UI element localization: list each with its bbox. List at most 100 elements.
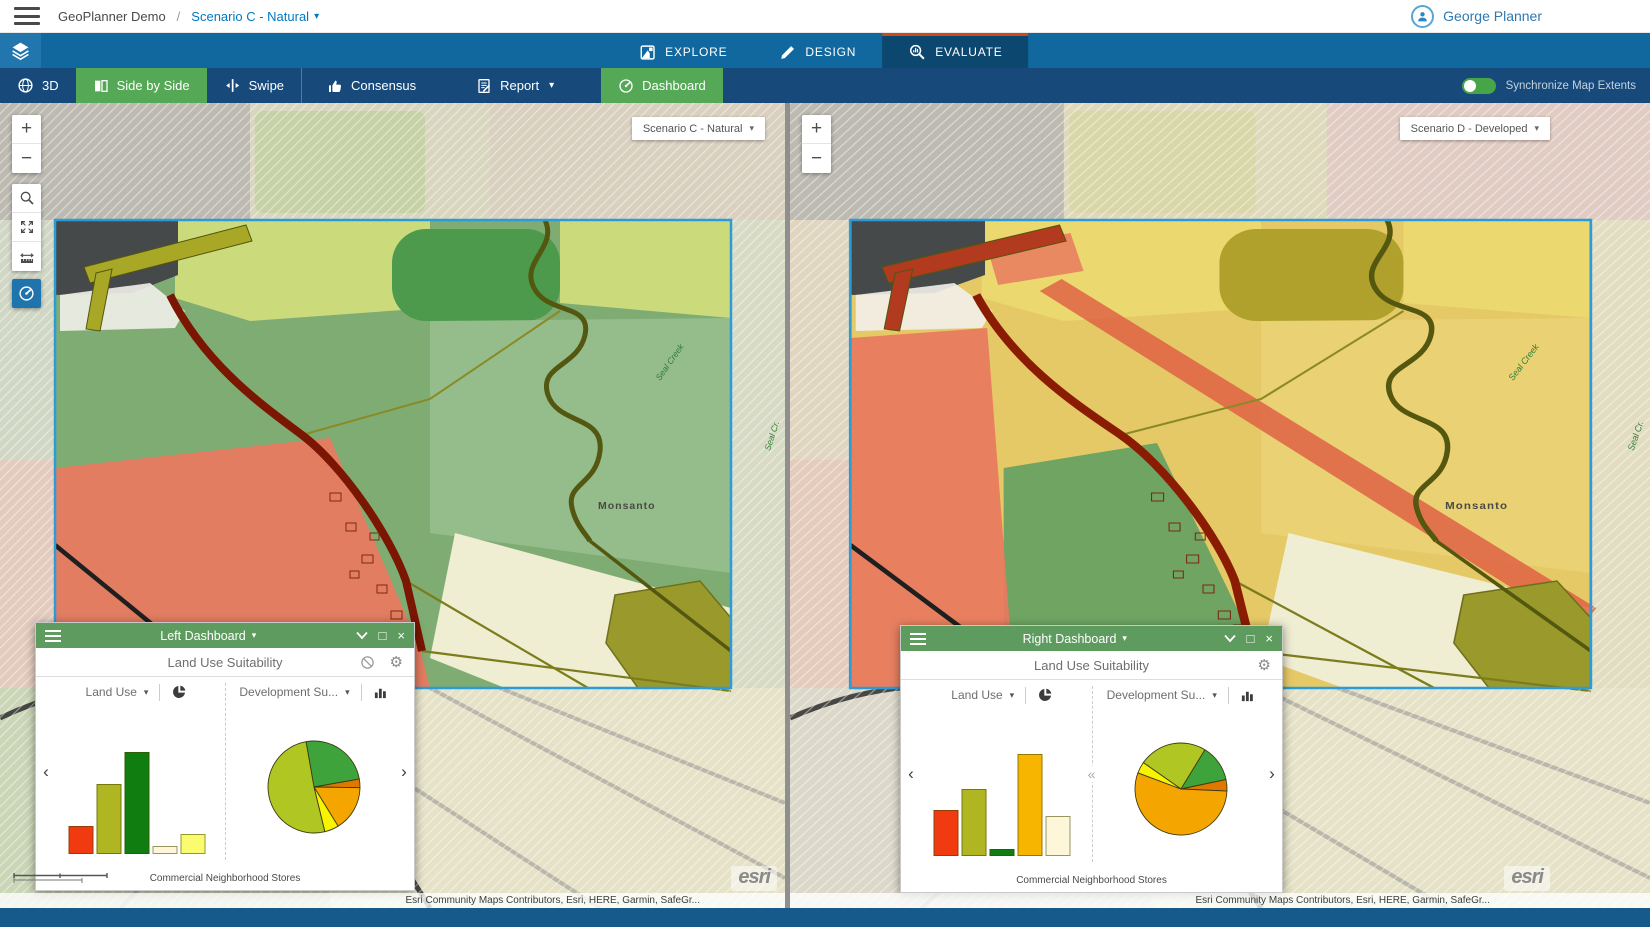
pager-label: Commercial Neighborhood Stores xyxy=(901,868,1282,892)
collapse-button[interactable] xyxy=(356,631,368,640)
chevron-down-icon: ▾ xyxy=(1212,690,1217,701)
esri-logo: esri xyxy=(1504,866,1550,891)
default-extent-button[interactable] xyxy=(12,213,41,242)
tab-explore-label: EXPLORE xyxy=(665,45,727,59)
report-button[interactable]: Report ▾ xyxy=(459,68,571,103)
breadcrumb-separator: / xyxy=(177,9,181,24)
divider xyxy=(1025,687,1026,704)
bar-chart-icon[interactable] xyxy=(373,685,388,700)
bar-chart-icon[interactable] xyxy=(1240,688,1255,703)
left-scenario-selector[interactable]: Scenario C - Natural ▾ xyxy=(632,117,765,140)
mode-tabs: EXPLORE DESIGN EVALUATE xyxy=(613,33,1028,68)
right-map[interactable]: MonsantoSeal CreekSeal Cr. + − Scenario … xyxy=(790,103,1650,908)
gear-icon[interactable]: ⚙ xyxy=(1258,656,1271,674)
right-dashboard-header[interactable]: Right Dashboard ▾ □ × xyxy=(901,626,1282,651)
bar xyxy=(1046,816,1071,856)
zoom-out-button[interactable]: − xyxy=(12,144,41,173)
carousel-prev-button[interactable]: ‹ xyxy=(36,677,56,866)
user-menu[interactable]: George Planner xyxy=(1411,5,1542,28)
carousel-next-button[interactable]: › xyxy=(1262,680,1282,868)
tab-evaluate-label: EVALUATE xyxy=(935,45,1002,59)
swipe-label: Swipe xyxy=(249,78,284,93)
breadcrumb-scenario-dropdown[interactable]: Scenario C - Natural ▾ xyxy=(191,9,319,24)
avatar xyxy=(1411,5,1434,28)
chevron-down-icon: ▾ xyxy=(749,123,754,134)
land-use-chart-cell: Land Use ▾ xyxy=(56,677,217,866)
left-dashboard-title-dropdown[interactable]: Left Dashboard ▾ xyxy=(61,629,356,643)
chevron-down-icon: ▾ xyxy=(1534,123,1539,134)
dashboard-menu-icon[interactable] xyxy=(45,630,61,642)
right-dashboard-charts: ‹ Land Use ▾ « xyxy=(901,680,1282,868)
visibility-off-icon[interactable] xyxy=(360,655,375,670)
left-dashboard-header[interactable]: Left Dashboard ▾ □ × xyxy=(36,623,414,648)
main-nav-bar: EXPLORE DESIGN EVALUATE xyxy=(0,33,1650,68)
right-attribution: Esri Community Maps Contributors, Esri, … xyxy=(790,893,1650,908)
dashboard-gauge-icon xyxy=(618,78,634,94)
chevron-down-icon: ▾ xyxy=(1122,633,1127,644)
3d-label: 3D xyxy=(42,78,59,93)
chevron-down-icon: ▾ xyxy=(252,630,257,641)
search-button[interactable] xyxy=(12,184,41,213)
evaluate-icon xyxy=(908,43,926,61)
dashboard-button[interactable]: Dashboard xyxy=(601,68,723,103)
synchronize-toggle[interactable] xyxy=(1462,78,1496,94)
development-selector-label: Development Su... xyxy=(239,685,338,699)
bar xyxy=(180,834,205,854)
pie-chart-icon[interactable] xyxy=(171,684,187,700)
gear-icon[interactable]: ⚙ xyxy=(390,653,403,671)
tab-explore[interactable]: EXPLORE xyxy=(613,33,753,68)
dashboard-gauge-icon xyxy=(18,285,35,302)
development-chart-cell: Development Su... ▾ xyxy=(1100,680,1263,868)
right-pie-chart xyxy=(1100,710,1263,868)
development-selector-label: Development Su... xyxy=(1107,688,1206,702)
layers-button[interactable] xyxy=(0,33,41,68)
measure-button[interactable] xyxy=(12,242,41,271)
close-button[interactable]: × xyxy=(397,629,405,642)
3d-button[interactable]: 3D xyxy=(0,68,76,103)
divider xyxy=(159,684,160,701)
development-selector[interactable]: Development Su... ▾ xyxy=(233,677,394,707)
consensus-button[interactable]: Consensus xyxy=(310,68,433,103)
right-zoom-controls: + − xyxy=(802,115,831,173)
divider xyxy=(361,684,362,701)
left-dashboard-panel: Left Dashboard ▾ □ × Land Use Suitabilit… xyxy=(35,622,415,891)
dashboard-menu-icon[interactable] xyxy=(910,633,926,645)
left-pie-chart xyxy=(233,707,394,866)
dashboard-side-button[interactable] xyxy=(12,279,41,308)
zoom-out-button[interactable]: − xyxy=(802,144,831,173)
widget-title: Land Use Suitability xyxy=(36,655,414,670)
collapse-button[interactable] xyxy=(1224,634,1236,643)
report-label: Report xyxy=(500,78,539,93)
land-use-selector[interactable]: Land Use ▾ xyxy=(921,680,1084,710)
explore-icon xyxy=(639,44,656,61)
right-dashboard-title-dropdown[interactable]: Right Dashboard ▾ xyxy=(926,632,1224,646)
side-by-side-button[interactable]: Side by Side xyxy=(76,68,207,103)
bar xyxy=(96,784,121,854)
measure-icon xyxy=(19,249,35,265)
bar xyxy=(124,752,149,854)
maximize-button[interactable]: □ xyxy=(1247,632,1255,645)
chart-divider xyxy=(217,677,233,866)
swipe-button[interactable]: Swipe xyxy=(207,68,301,103)
left-map[interactable]: MonsantoSeal CreekSeal Cr. + − xyxy=(0,103,785,908)
app-window: GeoPlanner Demo / Scenario C - Natural ▾… xyxy=(0,0,1650,927)
hamburger-menu-icon[interactable] xyxy=(14,7,40,25)
maximize-button[interactable]: □ xyxy=(379,629,387,642)
collapse-charts-button[interactable]: « xyxy=(1088,766,1096,782)
pie-chart-icon[interactable] xyxy=(1037,687,1053,703)
widget-title: Land Use Suitability xyxy=(901,658,1282,673)
left-dashboard-charts: ‹ Land Use ▾ Development Su... xyxy=(36,677,414,866)
development-selector[interactable]: Development Su... ▾ xyxy=(1100,680,1263,710)
right-scenario-selector[interactable]: Scenario D - Developed ▾ xyxy=(1400,117,1550,140)
zoom-in-button[interactable]: + xyxy=(802,115,831,144)
tab-evaluate[interactable]: EVALUATE xyxy=(882,33,1028,68)
tab-design[interactable]: DESIGN xyxy=(753,33,882,68)
zoom-in-button[interactable]: + xyxy=(12,115,41,144)
left-attribution: Esri Community Maps Contributors, Esri, … xyxy=(0,893,785,908)
carousel-next-button[interactable]: › xyxy=(394,677,414,866)
tab-design-label: DESIGN xyxy=(805,45,856,59)
carousel-prev-button[interactable]: ‹ xyxy=(901,680,921,868)
bar xyxy=(152,846,177,854)
land-use-selector[interactable]: Land Use ▾ xyxy=(56,677,217,707)
close-button[interactable]: × xyxy=(1265,632,1273,645)
